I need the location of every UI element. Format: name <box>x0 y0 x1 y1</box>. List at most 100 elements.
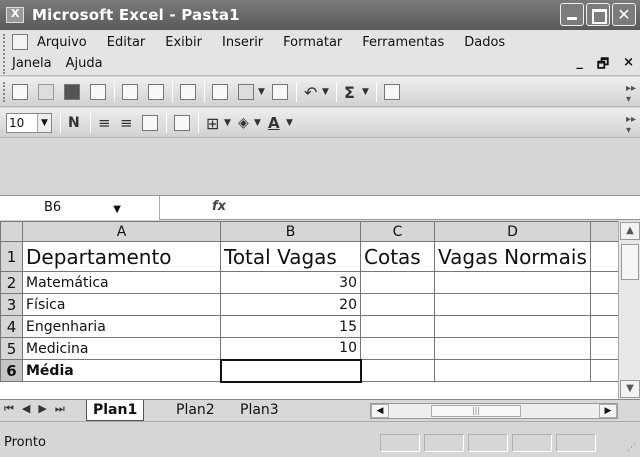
cell-b2[interactable]: 30 <box>220 271 361 294</box>
chart-wizard-icon[interactable] <box>384 83 400 101</box>
worksheet-grid[interactable]: A B C D 1 Departamento Total Vagas Cotas… <box>0 221 640 399</box>
copy-icon[interactable] <box>212 83 228 101</box>
row-header-5[interactable]: 5 <box>0 337 23 360</box>
cell-b1[interactable]: Total Vagas <box>220 241 361 272</box>
scroll-left-icon[interactable]: ◀ <box>371 404 389 418</box>
new-icon[interactable] <box>12 83 28 101</box>
prev-sheet-icon[interactable]: ◀ <box>22 402 30 416</box>
column-header-a[interactable]: A <box>22 221 221 242</box>
next-sheet-icon[interactable]: ▶ <box>38 402 46 416</box>
cell-b4[interactable]: 15 <box>220 315 361 338</box>
chevron-down-icon[interactable]: ▼ <box>113 198 121 221</box>
toolbar-options-icon[interactable]: ▸▸ ▾ <box>626 83 636 105</box>
tab-plan1[interactable]: Plan1 <box>86 400 145 421</box>
menu-formatar[interactable]: Formatar <box>283 35 342 50</box>
workbook-icon[interactable] <box>12 34 28 50</box>
print-icon[interactable] <box>122 83 138 101</box>
align-center-icon[interactable]: ≡ <box>120 114 133 132</box>
format-painter-icon[interactable] <box>272 83 288 101</box>
cell-e4[interactable] <box>590 315 619 338</box>
horizontal-scrollbar[interactable]: ◀ ||| ▶ <box>370 403 618 419</box>
cell-c6[interactable] <box>360 359 435 382</box>
close-button[interactable]: ✕ <box>612 3 636 26</box>
menu-dados[interactable]: Dados <box>464 35 505 50</box>
menu-ajuda[interactable]: Ajuda <box>66 56 103 71</box>
cell-c4[interactable] <box>360 315 435 338</box>
cell-d5[interactable] <box>434 337 591 360</box>
row-header-4[interactable]: 4 <box>0 315 23 338</box>
row-header-2[interactable]: 2 <box>0 271 23 294</box>
borders-icon[interactable]: ⊞ <box>206 114 219 133</box>
menu-inserir[interactable]: Inserir <box>222 35 263 50</box>
row-header-1[interactable]: 1 <box>0 241 23 272</box>
scroll-down-icon[interactable]: ▼ <box>620 380 640 398</box>
paste-dropdown-icon[interactable]: ▼ <box>258 83 265 101</box>
title-bar[interactable]: Microsoft Excel - Pasta1 ✕ <box>0 0 640 30</box>
column-header-b[interactable]: B <box>220 221 361 242</box>
menu-grip[interactable] <box>3 34 6 74</box>
menu-exibir[interactable]: Exibir <box>165 35 202 50</box>
autosum-dropdown-icon[interactable]: ▼ <box>362 83 369 101</box>
merge-center-icon[interactable] <box>142 114 158 132</box>
toolbar-options-icon[interactable]: ▸▸ ▾ <box>626 114 636 136</box>
cell-b5[interactable]: 10 <box>220 337 361 360</box>
cell-a5[interactable]: Medicina <box>22 337 221 360</box>
cell-d1[interactable]: Vagas Normais <box>434 241 591 272</box>
cell-d2[interactable] <box>434 271 591 294</box>
vertical-scrollbar[interactable]: ▲ ▼ <box>618 221 640 399</box>
tab-plan2[interactable]: Plan2 <box>170 400 221 421</box>
horizontal-scroll-thumb[interactable]: ||| <box>431 405 521 417</box>
cell-e2[interactable] <box>590 271 619 294</box>
scroll-right-icon[interactable]: ▶ <box>599 404 617 418</box>
cell-c1[interactable]: Cotas <box>360 241 435 272</box>
fill-color-dropdown-icon[interactable]: ▼ <box>254 114 261 132</box>
save-icon[interactable] <box>64 83 80 101</box>
cell-e1[interactable] <box>590 241 619 272</box>
cell-d6[interactable] <box>434 359 591 382</box>
cell-c2[interactable] <box>360 271 435 294</box>
excel-app-icon[interactable] <box>6 7 24 23</box>
open-icon[interactable] <box>38 83 54 101</box>
font-size-select[interactable]: 10 ▼ <box>6 113 52 133</box>
borders-dropdown-icon[interactable]: ▼ <box>224 114 231 132</box>
doc-close-button[interactable]: × <box>623 55 634 77</box>
permission-icon[interactable] <box>90 83 106 101</box>
menu-editar[interactable]: Editar <box>107 35 146 50</box>
paste-icon[interactable] <box>238 83 254 101</box>
menu-arquivo[interactable]: Arquivo <box>37 35 87 50</box>
row-header-6[interactable]: 6 <box>0 359 23 382</box>
cell-a1[interactable]: Departamento <box>22 241 221 272</box>
menu-janela[interactable]: Janela <box>12 56 52 71</box>
select-all-corner[interactable] <box>0 221 23 242</box>
first-sheet-icon[interactable]: ⏮ <box>4 402 14 416</box>
font-color-dropdown-icon[interactable]: ▼ <box>286 114 293 132</box>
currency-icon[interactable] <box>174 114 190 132</box>
column-header-c[interactable]: C <box>360 221 435 242</box>
undo-icon[interactable]: ↶ <box>304 83 317 102</box>
cell-c5[interactable] <box>360 337 435 360</box>
column-header-e[interactable] <box>590 221 619 242</box>
cell-c3[interactable] <box>360 293 435 316</box>
cell-a6[interactable]: Média <box>22 359 221 382</box>
cell-b3[interactable]: 20 <box>220 293 361 316</box>
menu-ferramentas[interactable]: Ferramentas <box>362 35 444 50</box>
vertical-scroll-thumb[interactable] <box>621 244 639 280</box>
chevron-down-icon[interactable]: ▼ <box>37 114 51 132</box>
doc-restore-button[interactable]: 🗗 <box>597 55 609 77</box>
insert-function-icon[interactable]: fx <box>212 199 226 214</box>
research-icon[interactable] <box>180 83 196 101</box>
autosum-icon[interactable]: Σ <box>344 83 355 102</box>
cell-a2[interactable]: Matemática <box>22 271 221 294</box>
cell-e6[interactable] <box>590 359 619 382</box>
cell-a4[interactable]: Engenharia <box>22 315 221 338</box>
row-header-3[interactable]: 3 <box>0 293 23 316</box>
bold-button[interactable]: N <box>68 114 80 132</box>
align-left-icon[interactable]: ≡ <box>98 114 111 132</box>
resize-grip-icon[interactable]: ⋰ <box>627 443 636 453</box>
column-header-d[interactable]: D <box>434 221 591 242</box>
scroll-up-icon[interactable]: ▲ <box>620 222 640 240</box>
cell-d3[interactable] <box>434 293 591 316</box>
tab-plan3[interactable]: Plan3 <box>234 400 285 421</box>
cell-e5[interactable] <box>590 337 619 360</box>
toolbar-grip[interactable] <box>3 82 6 102</box>
